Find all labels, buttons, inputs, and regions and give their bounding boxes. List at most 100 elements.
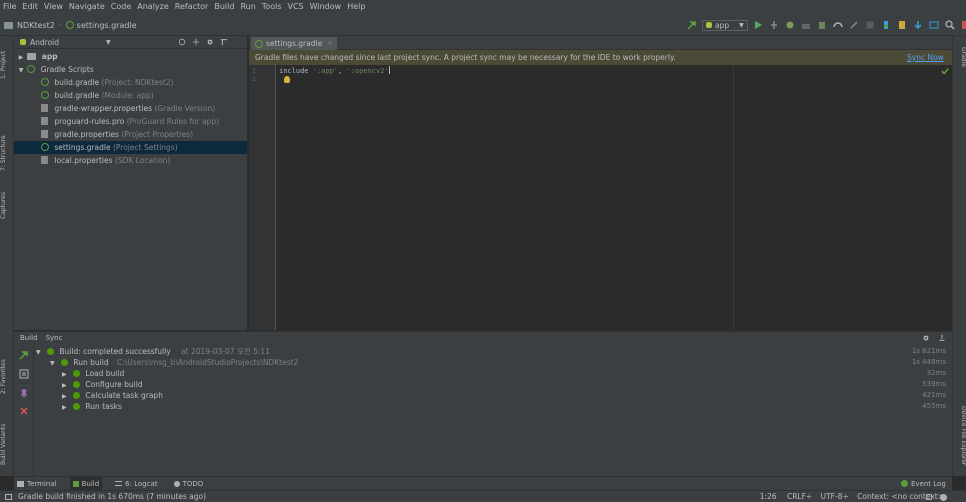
tool-tab-label: Event Log xyxy=(911,479,946,488)
tree-item-gradle-properties[interactable]: gradle.properties (Project Properties) xyxy=(14,128,247,141)
tool-tab-logcat[interactable]: 6: Logcat xyxy=(112,477,160,491)
tree-item-app[interactable]: ▶ app xyxy=(14,50,247,63)
close-icon[interactable]: × xyxy=(327,37,333,50)
hide-panel-icon[interactable] xyxy=(220,38,228,46)
sync-gradle-icon[interactable] xyxy=(881,20,891,30)
file-encoding[interactable]: UTF-8÷ xyxy=(821,492,849,501)
tool-tab-favorites[interactable]: 2: Favorites xyxy=(0,354,14,400)
hammer-icon[interactable] xyxy=(687,20,697,30)
sdk-manager-icon[interactable] xyxy=(913,20,923,30)
tree-item-build-gradle-module[interactable]: build.gradle (Module: app) xyxy=(14,89,247,102)
tool-tab-build[interactable]: Build xyxy=(69,476,103,491)
chevron-right-icon[interactable]: ▶ xyxy=(62,382,67,389)
tool-tab-build-variants[interactable]: Build Variants xyxy=(0,416,14,472)
sync-now-link[interactable]: Sync Now xyxy=(907,50,944,65)
search-icon[interactable] xyxy=(945,20,955,30)
debug-icon[interactable] xyxy=(785,20,795,30)
attach-debugger-icon[interactable] xyxy=(817,20,827,30)
run-config-select[interactable]: app ▼ xyxy=(702,19,748,31)
tree-item-gradle-scripts[interactable]: ▼ Gradle Scripts xyxy=(14,63,247,76)
profiler-icon[interactable] xyxy=(833,20,843,30)
tree-item-label: app xyxy=(41,52,58,61)
stop-icon[interactable] xyxy=(865,20,875,30)
build-tool-window: Build Sync ▼ Build: completed successful… xyxy=(14,331,952,477)
layout-inspector-icon[interactable] xyxy=(929,20,939,30)
build-row-run-tasks[interactable]: ▶ Run tasks 455ms xyxy=(62,401,950,412)
build-row-configure-build[interactable]: ▶ Configure build 539ms xyxy=(62,379,950,390)
menu-analyze[interactable]: Analyze xyxy=(134,0,172,14)
gear-icon[interactable] xyxy=(922,334,930,342)
caret-position[interactable]: 1:26 xyxy=(760,492,777,501)
editor-tab-settings-gradle[interactable]: settings.gradle × xyxy=(251,37,338,50)
tool-tab-event-log[interactable]: Event Log xyxy=(898,477,949,491)
code-editor[interactable]: include ':app', ':opencv2' xyxy=(277,65,952,330)
build-row-calculate-task-graph[interactable]: ▶ Calculate task graph 421ms xyxy=(62,390,950,401)
tree-item-build-gradle-project[interactable]: build.gradle (Project: NDKtest2) xyxy=(14,76,247,89)
chevron-down-icon[interactable]: ▼ xyxy=(50,360,55,367)
tree-item-label: build.gradle xyxy=(54,78,100,87)
scroll-from-source-icon[interactable] xyxy=(192,38,200,46)
tab-sync[interactable]: Sync xyxy=(46,334,63,342)
lock-icon[interactable] xyxy=(926,494,932,500)
menu-refactor[interactable]: Refactor xyxy=(172,0,212,14)
chevron-right-icon[interactable]: ▶ xyxy=(62,404,67,411)
menu-view[interactable]: View xyxy=(41,0,66,14)
android-icon xyxy=(706,22,712,28)
status-toggle-icon[interactable] xyxy=(5,494,12,500)
tree-item-settings-gradle[interactable]: settings.gradle (Project Settings) xyxy=(14,141,247,154)
event-log-icon xyxy=(901,480,908,487)
tree-item-proguard[interactable]: proguard-rules.pro (ProGuard Rules for a… xyxy=(14,115,247,128)
menu-vcs[interactable]: VCS xyxy=(285,0,307,14)
avd-manager-icon[interactable] xyxy=(897,20,907,30)
menu-help[interactable]: Help xyxy=(344,0,368,14)
apply-changes-icon[interactable] xyxy=(769,20,779,30)
build-row-completed[interactable]: ▼ Build: completed successfully at 2019-… xyxy=(36,346,950,357)
line-separator[interactable]: CRLF÷ xyxy=(787,492,812,501)
menu-build[interactable]: Build xyxy=(211,0,237,14)
tree-item-gradle-wrapper[interactable]: gradle-wrapper.properties (Gradle Versio… xyxy=(14,102,247,115)
tool-tab-device-file-explorer[interactable]: Device File Explorer xyxy=(953,398,966,474)
hide-panel-icon[interactable] xyxy=(938,334,946,342)
text-cursor xyxy=(388,66,390,74)
android-studio-icon[interactable] xyxy=(961,20,966,30)
menu-run[interactable]: Run xyxy=(237,0,258,14)
collapse-all-icon[interactable] xyxy=(178,38,186,46)
tab-build[interactable]: Build xyxy=(20,334,38,342)
menu-navigate[interactable]: Navigate xyxy=(66,0,108,14)
chevron-right-icon[interactable]: ▶ xyxy=(62,393,67,400)
hammer-icon[interactable] xyxy=(19,350,29,360)
menu-tools[interactable]: Tools xyxy=(259,0,285,14)
view-mode-select[interactable]: Android xyxy=(30,38,106,47)
tree-item-local-properties[interactable]: local.properties (SDK Location) xyxy=(14,154,247,167)
menu-file[interactable]: File xyxy=(0,0,19,14)
hector-icon[interactable] xyxy=(940,494,947,501)
attach-icon[interactable] xyxy=(849,20,859,30)
tool-tab-structure[interactable]: 7: Structure xyxy=(0,128,14,178)
pin-icon[interactable] xyxy=(19,389,29,399)
chevron-down-icon[interactable]: ▼ xyxy=(106,39,111,46)
profile-icon[interactable] xyxy=(801,20,811,30)
run-icon[interactable] xyxy=(753,20,763,30)
menu-edit[interactable]: Edit xyxy=(19,0,41,14)
tool-tab-gradle[interactable]: Gradle xyxy=(953,42,966,72)
chevron-right-icon[interactable]: ▶ xyxy=(62,371,67,378)
tool-tab-captures[interactable]: Captures xyxy=(0,186,14,226)
breadcrumb-project[interactable]: NDKtest2 xyxy=(17,21,55,30)
menu-window[interactable]: Window xyxy=(307,0,345,14)
build-row-run-build[interactable]: ▼ Run build C:\Users\msg_b\AndroidStudio… xyxy=(50,357,950,368)
tool-tab-todo[interactable]: TODO xyxy=(171,477,207,491)
lightbulb-icon[interactable] xyxy=(284,76,290,83)
status-message[interactable]: Gradle build finished in 1s 670ms (7 min… xyxy=(18,491,206,502)
tool-tab-project[interactable]: 1: Project xyxy=(0,42,14,88)
menu-code[interactable]: Code xyxy=(108,0,134,14)
gear-icon[interactable] xyxy=(206,38,214,46)
tool-tab-terminal[interactable]: Terminal xyxy=(14,477,60,491)
build-row-load-build[interactable]: ▶ Load build 32ms xyxy=(62,368,950,379)
chevron-down-icon[interactable]: ▼ xyxy=(36,349,41,356)
toggle-view-icon[interactable] xyxy=(19,369,29,379)
breadcrumb-file[interactable]: settings.gradle xyxy=(77,21,137,30)
close-icon[interactable] xyxy=(19,406,29,416)
tree-item-label: proguard-rules.pro xyxy=(54,117,125,126)
success-icon xyxy=(73,392,81,399)
build-row-duration: 539ms xyxy=(922,380,946,388)
